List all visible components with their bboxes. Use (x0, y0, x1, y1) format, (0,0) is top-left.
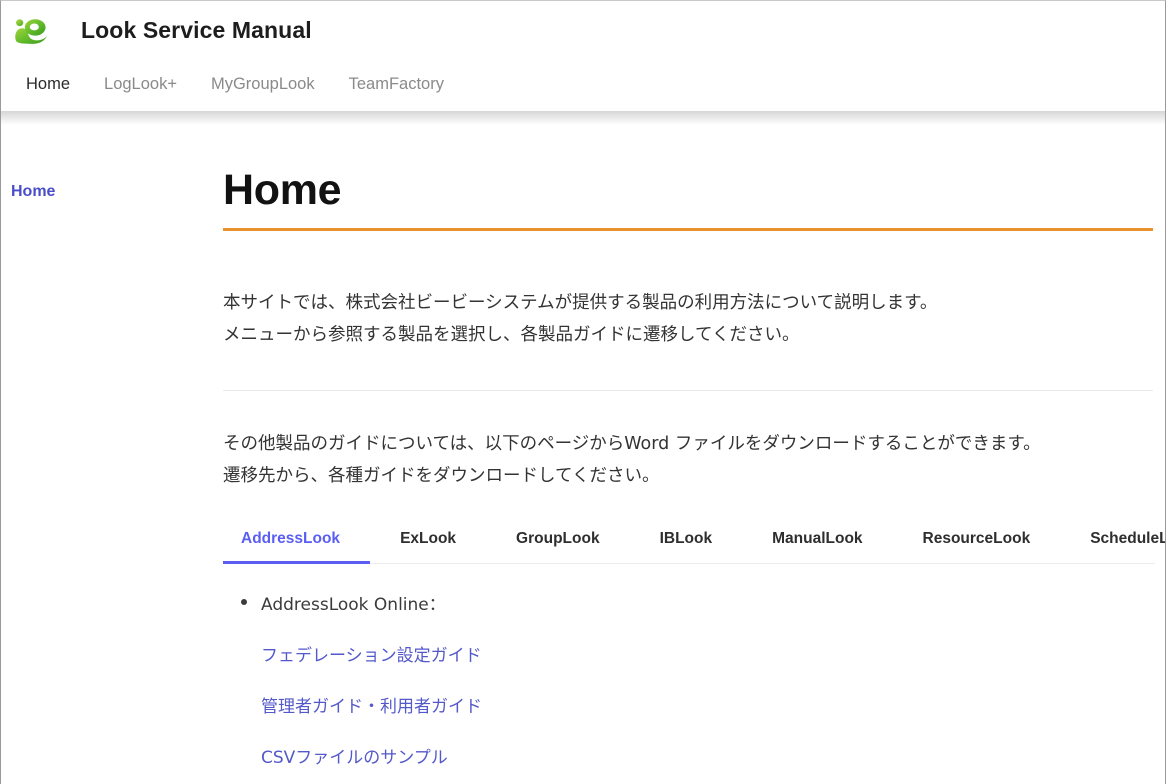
page-body: Home Home 本サイトでは、株式会社ビービーシステムが提供する製品の利用方… (1, 111, 1165, 768)
guide-list: AddressLook Online： フェデレーション設定ガイド 管理者ガイド… (223, 590, 1159, 768)
link-federation-setup-guide[interactable]: フェデレーション設定ガイド (261, 646, 482, 666)
list-item: 管理者ガイド・利用者ガイド (261, 692, 1159, 717)
download-paragraph: その他製品のガイドについては、以下のページからWord ファイルをダウンロードす… (223, 429, 1159, 493)
tab-manuallook[interactable]: ManualLook (742, 530, 892, 564)
sidebar-item-home[interactable]: Home (11, 183, 55, 201)
main-content: Home 本サイトでは、株式会社ビービーシステムが提供する製品の利用方法について… (223, 111, 1165, 768)
sidebar: Home (1, 111, 223, 201)
title-underline-rule (223, 228, 1153, 232)
header-top-row: Look Service Manual (1, 1, 1165, 59)
link-admin-and-user-guide[interactable]: 管理者ガイド・利用者ガイド (261, 697, 482, 717)
intro-paragraph-line-1: 本サイトでは、株式会社ビービーシステムが提供する製品の利用方法について説明します… (223, 293, 938, 314)
nav-item-teamfactory[interactable]: TeamFactory (332, 75, 461, 94)
site-header: Look Service Manual Home LogLook+ MyGrou… (1, 1, 1165, 111)
intro-paragraph: 本サイトでは、株式会社ビービーシステムが提供する製品の利用方法について説明します… (223, 288, 1159, 352)
section-divider (223, 389, 1153, 391)
tab-grouplook[interactable]: GroupLook (486, 530, 630, 564)
page-root: Look Service Manual Home LogLook+ MyGrou… (0, 0, 1166, 784)
nav-item-home[interactable]: Home (9, 75, 87, 94)
page-title: Home (223, 166, 342, 214)
green-blob-logo-icon[interactable] (11, 15, 49, 45)
list-item: AddressLook Online： フェデレーション設定ガイド 管理者ガイド… (241, 590, 1159, 768)
primary-nav: Home LogLook+ MyGroupLook TeamFactory (1, 59, 1165, 110)
list-item: CSVファイルのサンプル (261, 743, 1159, 768)
intro-paragraph-line-2: メニューから参照する製品を選択し、各製品ガイドに遷移してください。 (223, 325, 800, 345)
tab-exlook[interactable]: ExLook (370, 530, 486, 564)
link-csv-sample-file[interactable]: CSVファイルのサンプル (261, 748, 448, 768)
download-paragraph-line-1: その他製品のガイドについては、以下のページからWord ファイルをダウンロードす… (223, 433, 1041, 454)
guide-group-heading: AddressLook Online： (261, 594, 446, 615)
tab-schedulelook[interactable]: ScheduleLook (1060, 530, 1165, 564)
list-item: フェデレーション設定ガイド (261, 641, 1159, 666)
site-title: Look Service Manual (81, 16, 312, 43)
guide-link-list: フェデレーション設定ガイド 管理者ガイド・利用者ガイド CSVファイルのサンプル (261, 641, 1159, 768)
tab-addresslook[interactable]: AddressLook (223, 530, 371, 564)
nav-item-loglook-plus[interactable]: LogLook+ (87, 75, 194, 94)
product-tabs: AddressLook ExLook GroupLook IBLook Manu… (223, 529, 1165, 564)
download-paragraph-line-2: 遷移先から、各種ガイドをダウンロードしてください。 (223, 465, 660, 486)
tab-iblook[interactable]: IBLook (630, 530, 743, 564)
tab-resourcelook[interactable]: ResourceLook (893, 530, 1061, 564)
nav-item-mygrouplook[interactable]: MyGroupLook (194, 75, 332, 94)
